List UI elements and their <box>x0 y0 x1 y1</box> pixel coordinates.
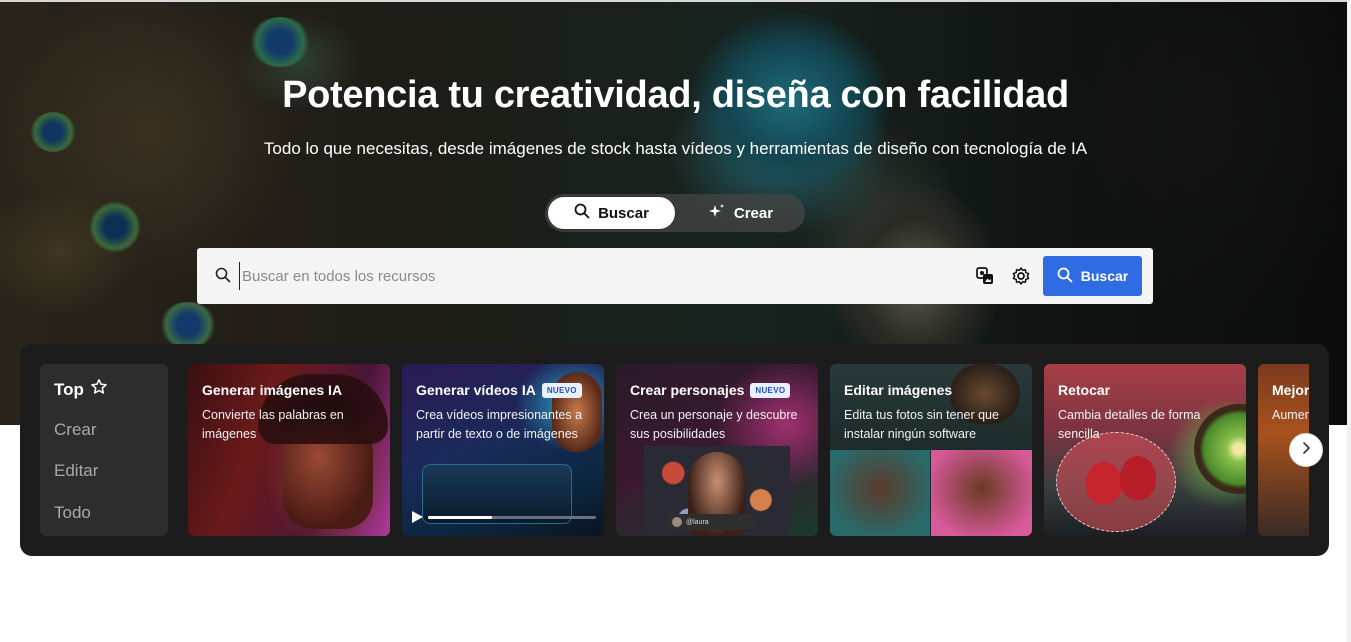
video-progress-bar <box>428 516 596 519</box>
category-label: Top <box>54 379 84 399</box>
card-title-text: Generar imágenes IA <box>202 382 343 398</box>
chevron-right-icon <box>1299 441 1313 460</box>
mode-search-button[interactable]: Buscar <box>547 196 676 230</box>
category-menu: Top Crear Editar Todo <box>40 364 168 536</box>
peacock-feather-eye <box>250 17 310 67</box>
tool-cards-carousel: Generar imágenes IA Convierte las palabr… <box>188 364 1309 536</box>
card-editar-imagenes[interactable]: Editar imágenes Edita tus fotos sin tene… <box>830 364 1032 536</box>
card-generar-videos[interactable]: Generar vídeos IA NUEVO Crea vídeos impr… <box>402 364 604 536</box>
search-icon <box>574 203 590 223</box>
card-description: Cambia detalles de forma sencilla <box>1058 408 1201 441</box>
peacock-feather-eye <box>160 302 216 348</box>
card-title: Generar vídeos IA NUEVO <box>416 382 582 398</box>
card-illustration <box>931 450 1032 536</box>
card-crear-personajes[interactable]: Crear personajes NUEVO Crea un personaje… <box>616 364 818 536</box>
card-title-text: Generar vídeos IA <box>416 382 536 398</box>
category-crear[interactable]: Crear <box>54 420 97 440</box>
card-title: Generar imágenes IA <box>202 382 342 398</box>
category-todo[interactable]: Todo <box>54 503 91 523</box>
card-description: Edita tus fotos sin tener que instalar n… <box>844 408 999 441</box>
card-title-text: Editar imágenes <box>844 382 953 398</box>
search-icon <box>1057 267 1073 286</box>
card-title-text: Mejorar <box>1272 382 1309 398</box>
category-editar[interactable]: Editar <box>54 461 98 481</box>
video-progress-fill <box>428 516 492 519</box>
category-top[interactable]: Top <box>54 378 108 401</box>
peacock-feather-eye <box>90 202 140 252</box>
card-description: Crea un personaje y descubre sus posibil… <box>630 408 798 441</box>
star-outline-icon <box>90 378 108 401</box>
card-description: Convierte las palabras en imágenes <box>202 408 344 441</box>
card-retocar[interactable]: Retocar Cambia detalles de forma sencill… <box>1044 364 1246 536</box>
card-description: Crea vídeos impresionantes a partir de t… <box>416 408 583 441</box>
play-icon <box>410 510 424 529</box>
search-bar: Buscar <box>197 248 1153 304</box>
tools-panel: Top Crear Editar Todo Generar imágenes I… <box>20 344 1329 556</box>
search-submit-button[interactable]: Buscar <box>1043 256 1142 296</box>
card-title: Editar imágenes <box>844 382 952 398</box>
card-title-text: Crear personajes <box>630 382 745 398</box>
mode-create-label: Crear <box>733 204 774 222</box>
page-scrollbar[interactable] <box>1347 0 1351 642</box>
character-tag: @laura <box>668 514 754 530</box>
search-input[interactable] <box>239 262 939 290</box>
mode-create-button[interactable]: Crear <box>678 196 803 230</box>
character-tag-label: @laura <box>686 518 709 526</box>
card-illustration <box>422 464 572 524</box>
hero-title: Potencia tu creatividad, diseña con faci… <box>282 74 1069 116</box>
new-badge: NUEVO <box>750 382 791 398</box>
sparkle-icon <box>708 203 726 223</box>
card-illustration <box>830 450 930 536</box>
card-title: Mejorar <box>1272 382 1309 398</box>
card-illustration <box>1120 456 1156 500</box>
avatar-icon <box>672 517 682 527</box>
card-generar-imagenes[interactable]: Generar imágenes IA Convierte las palabr… <box>188 364 390 536</box>
search-icon <box>215 267 231 288</box>
image-search-icon[interactable] <box>974 265 996 287</box>
card-description: Aumenta detalles <box>1272 408 1309 422</box>
new-badge: NUEVO <box>541 382 582 398</box>
card-title-text: Retocar <box>1058 382 1111 398</box>
hero-subtitle: Todo lo que necesitas, desde imágenes de… <box>263 139 1088 158</box>
card-title: Crear personajes NUEVO <box>630 382 791 398</box>
mode-toggle: Buscar Crear <box>545 194 805 232</box>
gear-icon[interactable] <box>1010 265 1032 287</box>
card-title: Retocar <box>1058 382 1110 398</box>
search-submit-label: Buscar <box>1080 268 1129 284</box>
carousel-next-button[interactable] <box>1289 433 1323 467</box>
card-illustration <box>1086 462 1122 504</box>
mode-search-label: Buscar <box>598 204 649 222</box>
